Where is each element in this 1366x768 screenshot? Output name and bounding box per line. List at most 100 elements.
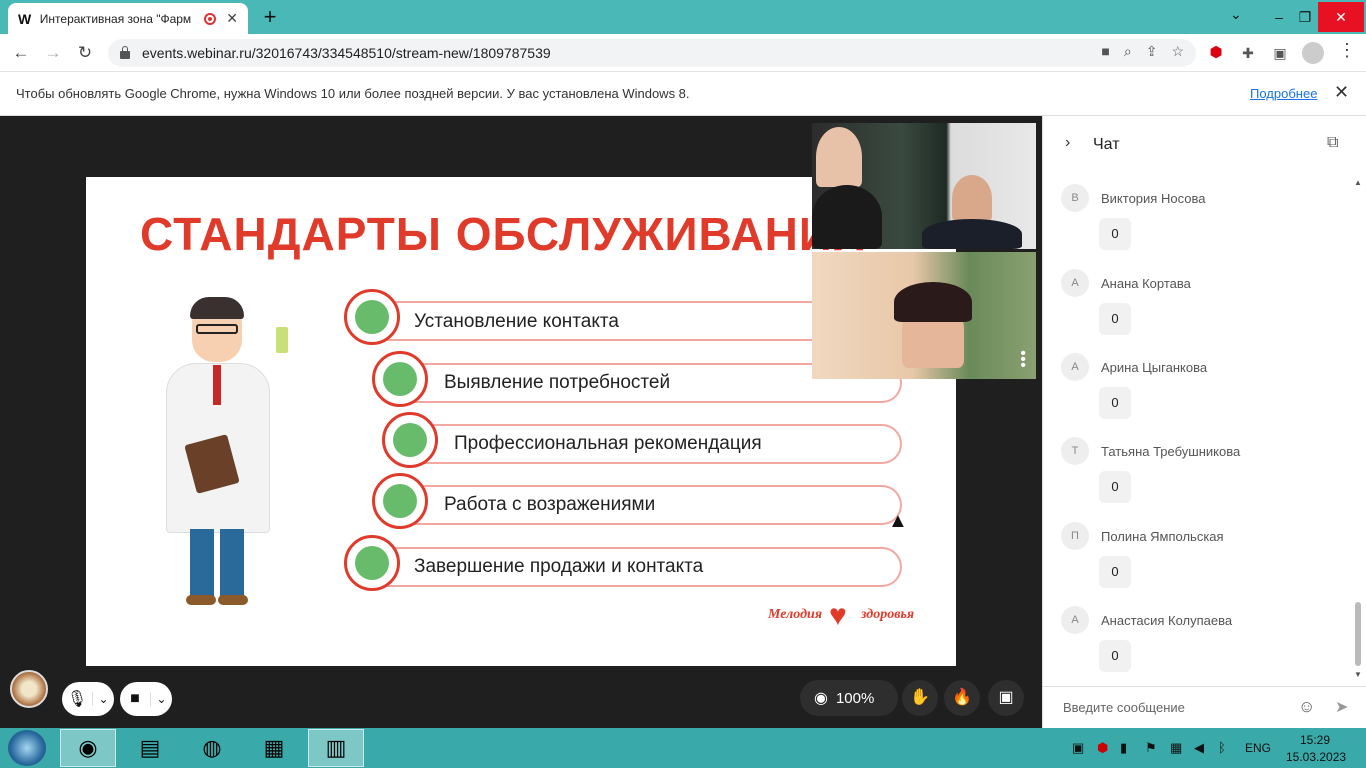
doctor-bottle xyxy=(276,327,288,353)
volume-tray-icon[interactable]: ◀ xyxy=(1194,740,1204,756)
extensions-puzzle-icon[interactable]: ✚ xyxy=(1238,43,1258,63)
profile-avatar[interactable] xyxy=(1302,42,1324,64)
network-tray-icon[interactable]: ▦ xyxy=(1170,740,1182,756)
chrome-taskbar-icon[interactable]: ◉ xyxy=(60,729,116,767)
bookmark-star-icon[interactable]: ☆ xyxy=(1171,43,1184,60)
infobar-close-icon[interactable]: ✕ xyxy=(1334,82,1349,103)
doctor-shoe-left xyxy=(186,595,216,605)
popout-icon[interactable]: ⧉ xyxy=(1327,134,1338,152)
chat-input-area: Введите сообщение ☺ ➤ xyxy=(1043,686,1366,728)
bluetooth-tray-icon[interactable]: ᛒ xyxy=(1218,740,1226,755)
microphone-icon[interactable]: 🎙 xyxy=(62,689,92,709)
emoji-icon[interactable]: ☺ xyxy=(1298,697,1315,717)
message-input[interactable]: Введите сообщение xyxy=(1063,700,1185,715)
browser-tab-strip: W Интерактивная зона "Фарм ✕ + ⌄ – ❐ ✕ xyxy=(0,0,1366,34)
file-explorer-taskbar-icon[interactable]: ▤ xyxy=(122,729,178,767)
infobar-more-link[interactable]: Подробнее xyxy=(1250,86,1317,101)
tab-close-icon[interactable]: ✕ xyxy=(226,10,238,27)
chat-message: Т Татьяна Требушникова 0 xyxy=(1061,437,1351,521)
video-menu-icon[interactable]: • • • xyxy=(1020,346,1026,374)
collapse-chevron-icon[interactable]: › xyxy=(1065,134,1070,152)
message-text: 0 xyxy=(1099,303,1131,335)
update-infobar: Чтобы обновлять Google Chrome, нужна Win… xyxy=(0,72,1366,116)
participant-video-1[interactable] xyxy=(812,123,1036,249)
doctor-leg-left xyxy=(190,529,214,597)
thought-cloud-icon xyxy=(372,473,428,529)
avatar: В xyxy=(1061,184,1089,212)
forward-arrow-icon[interactable]: → xyxy=(40,40,66,66)
scroll-up-icon[interactable]: ▲ xyxy=(1354,178,1362,187)
clock-date[interactable]: 15.03.2023 xyxy=(1286,750,1346,764)
firefox-taskbar-icon[interactable]: ◍ xyxy=(184,729,240,767)
chat-panel: › Чат ⧉ В Виктория Носова 0 А Анана Корт… xyxy=(1042,116,1366,728)
browser-tab[interactable]: W Интерактивная зона "Фарм ✕ xyxy=(8,3,248,34)
doctor-leg-right xyxy=(220,529,244,597)
video-camera-icon[interactable]: ■ xyxy=(120,690,150,708)
heart-hand-icon xyxy=(382,412,438,468)
avatar: А xyxy=(1061,269,1089,297)
recording-icon xyxy=(204,12,217,25)
new-tab-button[interactable]: + xyxy=(258,4,282,30)
chat-header: › Чат ⧉ xyxy=(1043,116,1366,172)
participant-face-2 xyxy=(952,175,992,221)
mouse-cursor-icon: ▲ xyxy=(888,510,908,532)
raise-hand-button[interactable]: ✋ xyxy=(902,680,938,716)
powerpoint-taskbar-icon[interactable]: ▦ xyxy=(246,729,302,767)
start-button[interactable] xyxy=(8,730,46,766)
flag-tray-icon[interactable]: ⚑ xyxy=(1145,740,1157,756)
chat-message: А Анана Кортава 0 xyxy=(1061,269,1351,353)
power-tray-icon[interactable]: ▮ xyxy=(1120,740,1127,756)
antivirus-tray-icon[interactable]: ⬢ xyxy=(1097,740,1108,756)
address-bar[interactable]: events.webinar.ru/32016743/334548510/str… xyxy=(108,39,1196,67)
message-text: 0 xyxy=(1099,471,1131,503)
chat-message: А Арина Цыганкова 0 xyxy=(1061,353,1351,437)
chat-message: П Полина Ямпольская 0 xyxy=(1061,522,1351,606)
slide-logo-text-right: здоровья xyxy=(861,607,915,622)
adblock-extension-icon[interactable]: ⬢ xyxy=(1206,43,1226,63)
viewers-pill[interactable]: ◉ 100% xyxy=(800,680,898,716)
send-icon[interactable]: ➤ xyxy=(1335,697,1348,717)
microphone-control[interactable]: 🎙 ⌄ xyxy=(62,682,114,716)
camera-control[interactable]: ■ ⌄ xyxy=(120,682,172,716)
camera-icon[interactable]: ■ xyxy=(1101,43,1109,60)
webinar-stage: СТАНДАРТЫ ОБСЛУЖИВАНИЯ Установление конт… xyxy=(0,116,1042,728)
lock-icon[interactable] xyxy=(120,46,130,59)
doctor-glasses xyxy=(196,324,238,334)
step-label-2: Выявление потребностей xyxy=(444,372,671,393)
word-taskbar-icon[interactable]: ▥ xyxy=(308,729,364,767)
tab-title: Интерактивная зона "Фарм xyxy=(39,11,192,26)
layout-toggle-button[interactable]: ▣ xyxy=(988,680,1024,716)
address-url[interactable]: events.webinar.ru/32016743/334548510/str… xyxy=(142,45,551,61)
reload-icon[interactable]: ↻ xyxy=(72,40,98,66)
lock-tray-icon[interactable]: ▣ xyxy=(1072,740,1084,756)
share-icon[interactable]: ⇪ xyxy=(1146,43,1158,60)
waving-hand-icon xyxy=(344,535,400,591)
slide-logo-text-left: Мелодия xyxy=(768,607,823,622)
browser-menu-icon[interactable]: ⋮ xyxy=(1338,40,1356,61)
scroll-down-icon[interactable]: ▼ xyxy=(1354,670,1362,679)
back-arrow-icon[interactable]: ← xyxy=(8,40,34,66)
doctor-shoe-right xyxy=(218,595,248,605)
tab-search-chevron-icon[interactable]: ⌄ xyxy=(1230,6,1242,23)
presentation-slide: СТАНДАРТЫ ОБСЛУЖИВАНИЯ Установление конт… xyxy=(86,177,956,666)
chat-title: Чат xyxy=(1093,136,1120,153)
close-window-button[interactable]: ✕ xyxy=(1318,2,1364,32)
chat-message: В Виктория Носова 0 xyxy=(1061,184,1351,268)
avatar: П xyxy=(1061,522,1089,550)
clock-time[interactable]: 15:29 xyxy=(1300,733,1330,747)
language-indicator[interactable]: ENG xyxy=(1245,741,1271,755)
avatar: Т xyxy=(1061,437,1089,465)
message-text: 0 xyxy=(1099,556,1131,588)
zoom-icon[interactable]: ⌕ xyxy=(1124,43,1132,60)
message-author: Виктория Носова xyxy=(1101,191,1206,206)
message-author: Анана Кортава xyxy=(1101,276,1191,291)
reaction-fire-button[interactable]: 🔥 xyxy=(944,680,980,716)
people-question-icon xyxy=(372,351,428,407)
camera-chevron-icon[interactable]: ⌄ xyxy=(150,692,172,706)
chat-scrollbar[interactable] xyxy=(1355,602,1361,666)
side-panel-icon[interactable]: ▣ xyxy=(1270,43,1290,63)
message-text: 0 xyxy=(1099,640,1131,672)
participant-video-2[interactable]: • • • xyxy=(812,252,1036,379)
message-author: Полина Ямпольская xyxy=(1101,529,1224,544)
microphone-chevron-icon[interactable]: ⌄ xyxy=(92,692,114,706)
